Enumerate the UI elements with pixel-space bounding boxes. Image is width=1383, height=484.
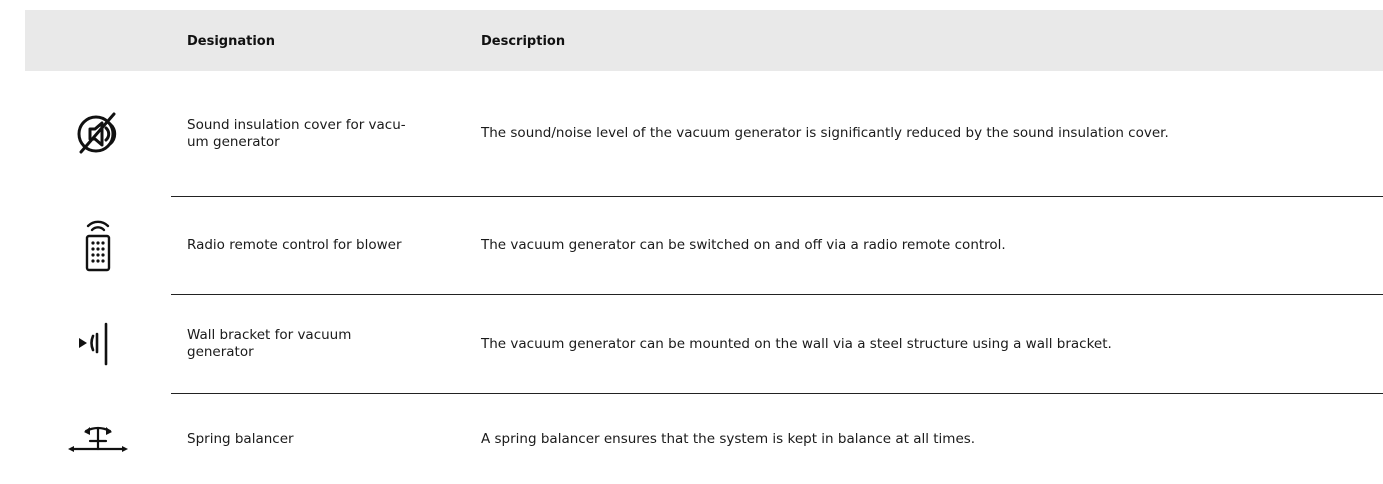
table-row: Spring balancer A spring balancer ensure… [25,394,1383,484]
row-designation: Wall bracket for vacuum generator [187,327,352,360]
row-designation: Sound insulation cover for vacu- um gene… [187,116,406,150]
row-description: The sound/noise level of the vacuum gene… [481,125,1169,141]
row-description: A spring balancer ensures that the syste… [481,430,976,447]
row-description: The vacuum generator can be mounted on t… [481,335,1112,352]
table-row: Wall bracket for vacuum generator The va… [25,295,1383,394]
table-header: Designation Description [25,10,1383,71]
row-designation: Spring balancer [187,430,294,447]
accessories-table: Designation Description Sound insulation… [25,10,1383,484]
spring-balancer-icon [25,394,171,484]
sound-insulation-icon [25,71,171,196]
header-designation: Designation [187,34,275,49]
table-row: Radio remote control for blower The vacu… [25,197,1383,295]
radio-remote-control-icon [25,197,171,294]
table-row: Sound insulation cover for vacu- um gene… [25,71,1383,197]
header-description: Description [481,34,566,49]
row-description: The vacuum generator can be switched on … [481,237,1006,253]
wall-bracket-icon [25,295,171,393]
row-designation: Radio remote control for blower [187,237,402,253]
